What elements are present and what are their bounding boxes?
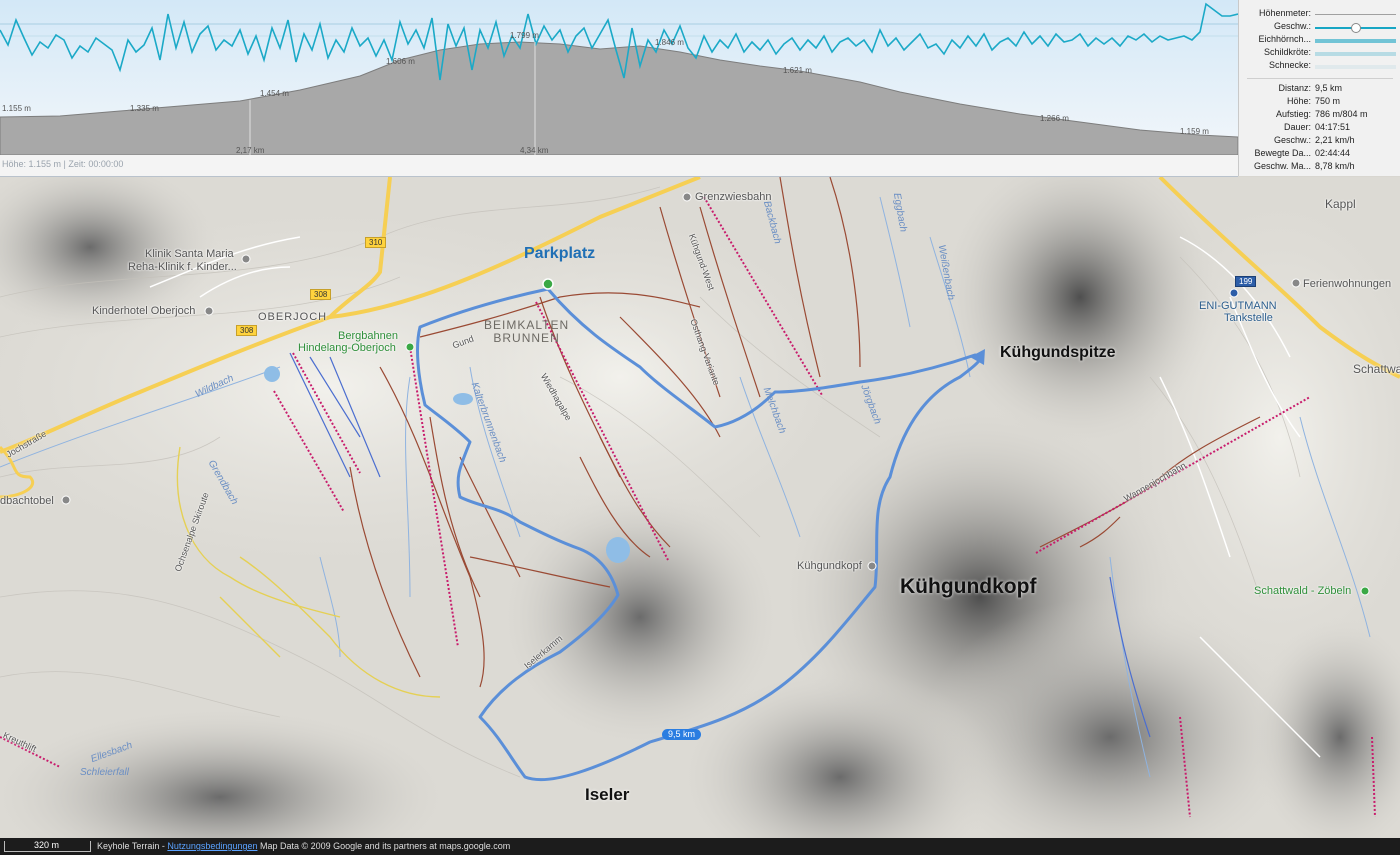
stat-row: Geschw.: 2,21 km/h (1239, 135, 1400, 148)
label-parkplatz[interactable]: Parkplatz (524, 245, 595, 263)
panel-divider (1247, 78, 1393, 79)
km-label: 2,17 km (236, 146, 265, 155)
place-kappl: Kappl (1325, 197, 1356, 211)
poi-bachtobel[interactable]: dbachtobel (0, 495, 54, 507)
legend-label: Geschw.: (1273, 21, 1311, 31)
elevation-profile[interactable]: 1.155 m 1.335 m 1.454 m 1.606 m 1.799 m … (0, 0, 1238, 177)
stat-value: 750 m (1315, 96, 1341, 106)
stat-row: Geschw. Ma... 8,78 km/h (1239, 161, 1400, 174)
stat-value: 9,5 km (1315, 83, 1343, 93)
poi-klinik-santa-maria[interactable]: Klinik Santa Maria (145, 248, 234, 260)
profile-status: Höhe: 1.155 m | Zeit: 00:00:00 (2, 159, 124, 169)
stat-value: 2,21 km/h (1315, 135, 1355, 145)
stat-key: Geschw.: (1273, 135, 1311, 145)
legend-row-schnecke[interactable]: Schnecke: (1239, 60, 1400, 73)
speed-slider-knob[interactable] (1351, 23, 1361, 33)
stat-key: Dauer: (1283, 122, 1311, 132)
stat-value: 786 m/804 m (1315, 109, 1368, 119)
label-iseler[interactable]: Iseler (585, 785, 629, 805)
stats-panel: Höhenmeter: Geschw.: Eichhörnch... Schil… (1238, 0, 1400, 176)
map-footer: 320 m Keyhole Terrain - Nutzungsbedingun… (0, 838, 1400, 855)
label-kuehgundkopf[interactable]: Kühgundkopf (900, 575, 1036, 599)
altitude-label: 1.621 m (783, 66, 812, 75)
stat-key: Bewegte Da... (1254, 148, 1311, 158)
lake (264, 366, 280, 382)
area-beimkalten-brunnen: BEIMKALTEN BRUNNEN (484, 319, 569, 345)
legend-swatch (1315, 65, 1396, 69)
place-oberjoch: OBERJOCH (258, 311, 328, 323)
km-label: 4,34 km (520, 146, 549, 155)
poi-ferienwohnungen[interactable]: Ferienwohnungen (1303, 278, 1391, 290)
stat-key: Aufstieg: (1275, 109, 1311, 119)
legend-swatch (1315, 52, 1396, 56)
poi-tankstelle[interactable]: Tankstelle (1224, 312, 1273, 324)
legend-swatch (1315, 14, 1396, 15)
legend-label: Schildkröte: (1263, 47, 1311, 57)
stat-value: 8,78 km/h (1315, 161, 1355, 171)
altitude-label: 1.846 m (655, 38, 684, 47)
legend-row-eichhoernchen[interactable]: Eichhörnch... (1239, 34, 1400, 47)
legend-row-hoehenmeter[interactable]: Höhenmeter: (1239, 8, 1400, 21)
attribution-suffix: Map Data © 2009 Google and its partners … (259, 841, 511, 851)
poi-grenzwiesbahn[interactable]: Grenzwiesbahn (695, 191, 771, 203)
stat-row: Bewegte Da... 02:44:44 (1239, 148, 1400, 161)
label-kuehgundspitze[interactable]: Kühgundspitze (1000, 344, 1116, 362)
stat-value: 04:17:51 (1315, 122, 1351, 132)
stat-row: Aufstieg: 786 m/804 m (1239, 109, 1400, 122)
altitude-label: 1.266 m (1040, 114, 1069, 123)
stat-value: 02:44:44 (1315, 148, 1351, 158)
poi-eni-gutmann[interactable]: ENI-GUTMANN (1199, 300, 1277, 312)
poi-bergbahnen-hindelang[interactable]: Hindelang-Oberjoch (298, 342, 396, 354)
poi-schattwald-zoebeln[interactable]: Schattwald - Zöbeln (1254, 585, 1351, 597)
altitude-label: 1.335 m (130, 104, 159, 113)
lake (453, 393, 473, 405)
legend-swatch (1315, 39, 1396, 43)
stat-key: Geschw. Ma... (1253, 161, 1311, 171)
stat-key: Höhe: (1286, 96, 1311, 106)
lake (606, 537, 630, 563)
place-schattwald: Schattwa (1353, 362, 1400, 376)
elevation-chart (0, 0, 1238, 176)
altitude-label: 1.799 m (510, 31, 539, 40)
road-shield: 310 (365, 237, 387, 248)
legend-label: Eichhörnch... (1258, 34, 1311, 44)
parking-marker (542, 278, 554, 290)
scale-label: 320 m (34, 840, 60, 850)
altitude-label: 1.606 m (386, 57, 415, 66)
stat-row: Höhe: 750 m (1239, 96, 1400, 109)
legend-row-schildkroete[interactable]: Schildkröte: (1239, 47, 1400, 60)
attribution-prefix: Keyhole Terrain - (97, 841, 165, 851)
terms-link[interactable]: Nutzungsbedingungen (167, 841, 257, 851)
road-shield: 308 (310, 289, 332, 300)
distance-badge: 9,5 km (662, 729, 702, 740)
stat-key: Distanz: (1278, 83, 1311, 93)
label-schleierfall: Schleierfall (80, 767, 129, 778)
altitude-label: 1.159 m (1180, 127, 1209, 136)
poi-bergbahnen[interactable]: Bergbahnen (338, 330, 398, 342)
poi-kuehgundkopf[interactable]: Kühgundkopf (797, 560, 862, 572)
stat-row: Distanz: 9,5 km (1239, 83, 1400, 96)
attribution: Keyhole Terrain - Nutzungsbedingungen Ma… (97, 841, 510, 851)
poi-kinderhotel[interactable]: Kinderhotel Oberjoch (92, 305, 195, 317)
legend-label: Schnecke: (1268, 60, 1311, 70)
area-label-line2: BRUNNEN (493, 331, 560, 345)
legend-row-geschw[interactable]: Geschw.: (1239, 21, 1400, 34)
poi-reha-klinik[interactable]: Reha-Klinik f. Kinder... (128, 261, 237, 273)
legend-label: Höhenmeter: (1258, 8, 1311, 18)
stat-row: Dauer: 04:17:51 (1239, 122, 1400, 135)
altitude-label: 1.454 m (260, 89, 289, 98)
terrain-map[interactable]: 310 308 308 199 Klinik Santa Maria Reha-… (0, 177, 1400, 838)
altitude-label: 1.155 m (2, 104, 31, 113)
road-shield: 308 (236, 325, 258, 336)
area-label-line1: BEIMKALTEN (484, 318, 570, 332)
road-shield: 199 (1235, 276, 1257, 287)
map-canvas[interactable] (0, 177, 1400, 838)
